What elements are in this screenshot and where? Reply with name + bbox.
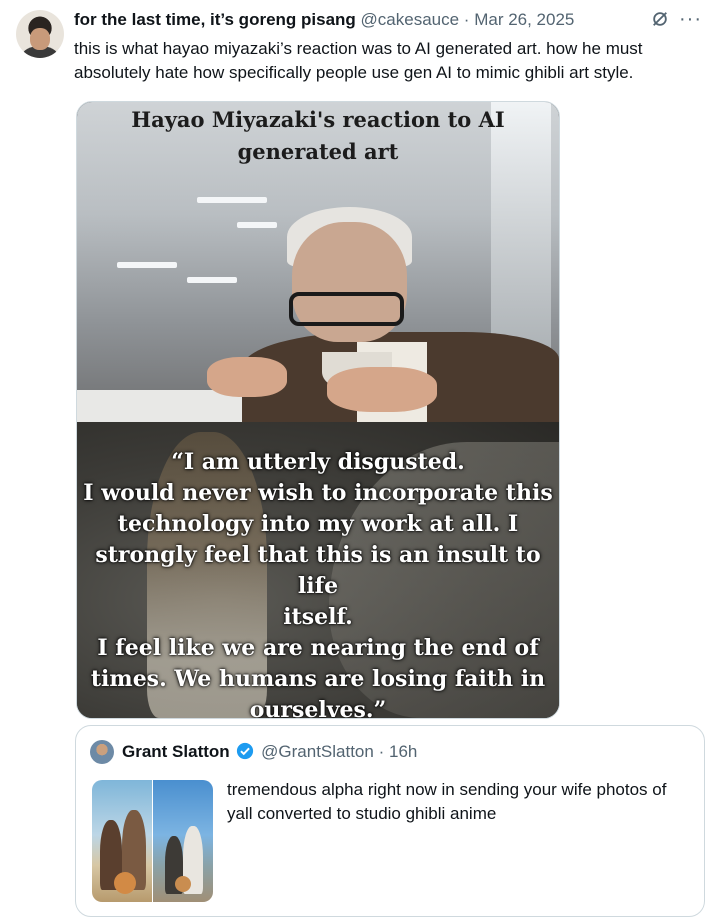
quote-line: I feel like we are nearing the end of [97, 635, 539, 661]
tweet-date[interactable]: Mar 26, 2025 [474, 10, 574, 29]
ghibli-style-photo[interactable] [92, 780, 152, 902]
quote-line: technology into my work at all. I [117, 511, 519, 537]
quoted-author-handle[interactable]: @GrantSlatton [261, 742, 374, 761]
tweet-media-image[interactable]: Hayao Miyazaki's reaction to AI generate… [76, 101, 560, 719]
meme-quote: “I am utterly disgusted. I would never w… [77, 447, 559, 719]
verified-badge-icon [237, 742, 254, 760]
quoted-header-separator: · [378, 742, 385, 761]
quoted-author-name[interactable]: Grant Slatton [122, 742, 230, 761]
meme-caption: Hayao Miyazaki's reaction to AI generate… [77, 104, 559, 168]
quoted-tweet-time[interactable]: 16h [389, 742, 417, 761]
header-separator: · [463, 10, 470, 29]
quoted-author-avatar[interactable] [90, 740, 114, 764]
meme-caption-line: Hayao Miyazaki's reaction to AI [131, 107, 505, 132]
quoted-tweet-text: tremendous alpha right now in sending yo… [227, 780, 667, 823]
more-icon[interactable]: ··· [679, 9, 702, 29]
quote-line: I would never wish to incorporate this [83, 480, 553, 506]
tweet-actions: ··· [651, 9, 702, 29]
author-handle[interactable]: @cakesauce [361, 10, 460, 29]
quote-line: “I am utterly disgusted. [171, 449, 465, 475]
tweet-header: for the last time, it’s goreng pisang @c… [74, 10, 574, 30]
quote-line: ourselves.” [249, 697, 387, 719]
quoted-tweet-header: Grant Slatton @GrantSlatton · 16h [122, 742, 417, 762]
tweet-text: this is what hayao miyazaki’s reaction w… [74, 39, 643, 82]
quote-line: strongly feel that this is an insult to … [95, 542, 541, 599]
author-avatar[interactable] [16, 10, 64, 58]
original-couple-photo[interactable] [153, 780, 213, 902]
meme-caption-line: generated art [237, 139, 399, 164]
quoted-tweet[interactable]: Grant Slatton @GrantSlatton · 16h tremen… [75, 725, 705, 917]
quote-line: itself. [283, 604, 353, 630]
grok-icon[interactable] [651, 10, 669, 28]
author-name[interactable]: for the last time, it’s goreng pisang [74, 10, 356, 29]
quote-line: times. We humans are losing faith in [90, 666, 546, 692]
